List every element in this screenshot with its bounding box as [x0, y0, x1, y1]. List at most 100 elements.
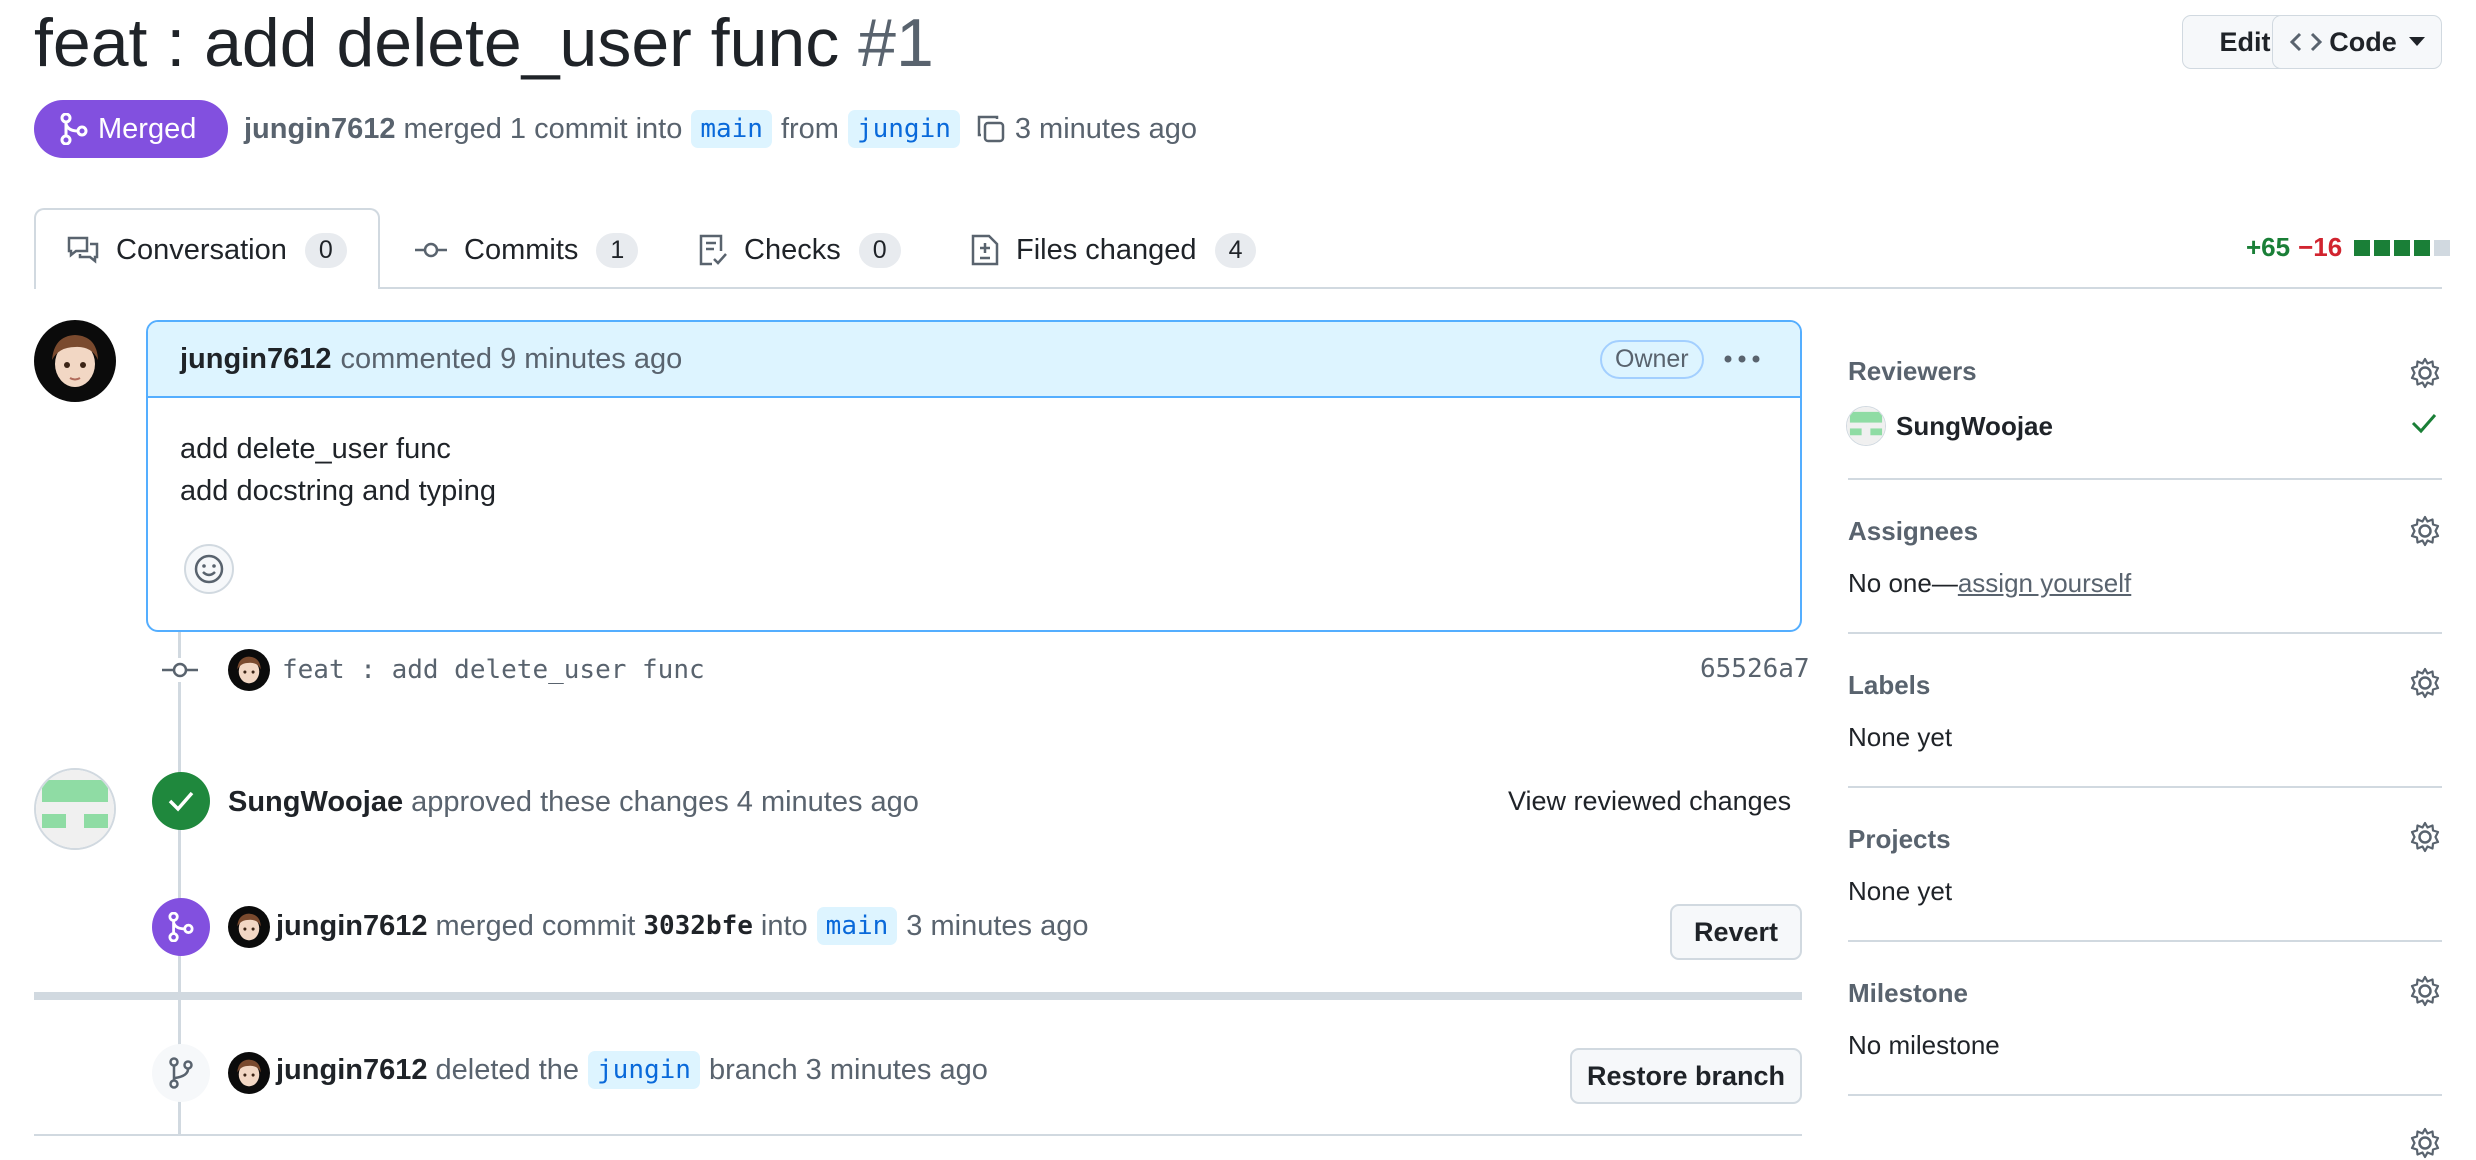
sidebar-divider	[1848, 478, 2442, 480]
tab-checks[interactable]: Checks 0	[698, 226, 901, 274]
assign-yourself-link[interactable]: assign yourself	[1958, 568, 2131, 598]
smiley-icon	[194, 554, 224, 584]
code-icon	[2290, 32, 2323, 52]
sidebar-divider	[1848, 786, 2442, 788]
pr-author[interactable]: jungin7612	[244, 113, 396, 146]
git-branch-icon	[169, 1057, 193, 1089]
reviewer-name[interactable]: SungWoojae	[1896, 411, 2053, 442]
user-avatar-image	[228, 906, 270, 948]
milestone-value: No milestone	[1848, 1030, 2000, 1060]
delete-time: branch 3 minutes ago	[708, 1053, 988, 1086]
pr-title: feat : add delete_user func #1	[34, 0, 934, 86]
check-icon	[168, 791, 194, 812]
comment-author[interactable]: jungin7612	[180, 343, 332, 376]
identicon-image	[36, 770, 114, 848]
projects-heading[interactable]: Projects	[1848, 824, 1951, 855]
tab-label: Conversation	[116, 233, 287, 266]
milestone-heading[interactable]: Milestone	[1848, 978, 1968, 1009]
user-avatar-image	[228, 1052, 270, 1094]
comment-line: add delete_user func	[180, 433, 451, 465]
merge-author[interactable]: jungin7612	[276, 910, 428, 943]
tab-conversation[interactable]: Conversation 0	[66, 226, 347, 274]
commit-sha[interactable]: 65526a7	[1700, 654, 1810, 684]
file-diff-icon	[971, 234, 999, 266]
tab-counter: 0	[304, 232, 347, 268]
base-branch[interactable]: main	[691, 110, 772, 148]
chevron-down-icon	[2408, 37, 2425, 46]
merged-event-badge	[152, 898, 210, 956]
user-avatar-image	[34, 320, 116, 402]
head-branch[interactable]: jungin	[847, 110, 960, 148]
approved-badge	[152, 772, 210, 830]
reviewer-avatar[interactable]	[1846, 406, 1886, 446]
from-text: from	[780, 112, 839, 145]
git-commit-icon	[162, 658, 198, 682]
assignees-heading[interactable]: Assignees	[1848, 516, 1978, 547]
merged-label: Merged	[98, 112, 197, 145]
user-avatar-image	[228, 649, 270, 691]
revert-button[interactable]: Revert	[1670, 904, 1802, 960]
approved-check-icon	[2411, 414, 2437, 434]
tab-files-changed[interactable]: Files changed 4	[970, 226, 1257, 274]
sidebar-divider	[1848, 1094, 2442, 1096]
delete-author[interactable]: jungin7612	[276, 1054, 428, 1087]
merged-status-badge: Merged	[34, 100, 228, 158]
delete-text: deleted the	[435, 1053, 580, 1086]
gear-icon[interactable]	[2408, 974, 2442, 1008]
identicon-image	[1847, 407, 1885, 445]
merged-text: merged 1 commit into	[403, 112, 683, 145]
tabs-divider	[34, 287, 2442, 289]
code-button[interactable]: Code	[2272, 15, 2442, 69]
tab-label: Checks	[744, 233, 841, 266]
gear-icon[interactable]	[2408, 514, 2442, 548]
avatar[interactable]	[228, 906, 270, 948]
kebab-menu-icon[interactable]	[1722, 344, 1762, 374]
avatar[interactable]	[228, 649, 270, 691]
pr-meta: jungin7612 merged 1 commit into main fro…	[244, 107, 1197, 151]
diffstat-block	[2434, 239, 2451, 256]
merge-branch[interactable]: main	[816, 907, 898, 945]
diffstat-block	[2394, 239, 2411, 256]
reviewer-avatar[interactable]	[34, 768, 116, 850]
deletions-count: −16	[2298, 232, 2343, 262]
branch-event-badge	[152, 1044, 210, 1102]
comment-body: add delete_user func add docstring and t…	[148, 398, 1800, 542]
merge-commit-sha[interactable]: 3032bfe	[643, 911, 753, 941]
git-merge-icon	[168, 912, 194, 942]
merged-time: 3 minutes ago	[1014, 112, 1198, 145]
labels-heading[interactable]: Labels	[1848, 670, 1930, 701]
sidebar-divider	[1848, 632, 2442, 634]
reviewers-heading[interactable]: Reviewers	[1848, 356, 1977, 387]
restore-branch-button[interactable]: Restore branch	[1570, 1048, 1802, 1104]
commit-message[interactable]: feat : add delete_user func	[282, 648, 705, 692]
diffstat-block	[2354, 239, 2371, 256]
avatar[interactable]	[228, 1052, 270, 1094]
timeline-divider	[34, 992, 1802, 1000]
comment-header: jungin7612 commented 9 minutes ago Owner	[148, 322, 1800, 398]
reviewer-name[interactable]: SungWoojae	[228, 786, 403, 819]
owner-badge: Owner	[1600, 340, 1704, 379]
deleted-branch[interactable]: jungin	[588, 1051, 700, 1089]
gear-icon[interactable]	[2408, 666, 2442, 700]
comment-discussion-icon	[67, 236, 99, 264]
review-event: SungWoojae approved these changes 4 minu…	[228, 782, 919, 822]
projects-value: None yet	[1848, 876, 1953, 906]
add-reaction-button[interactable]	[184, 544, 234, 594]
copy-icon[interactable]	[975, 113, 1007, 145]
tab-commits[interactable]: Commits 1	[414, 226, 639, 274]
merge-time: 3 minutes ago	[906, 909, 1089, 942]
checklist-icon	[699, 234, 727, 266]
comment-action[interactable]: commented 9 minutes ago	[341, 343, 683, 376]
gear-icon[interactable]	[2408, 356, 2442, 390]
avatar[interactable]	[34, 320, 116, 402]
no-one-text: No one—	[1848, 568, 1958, 598]
view-reviewed-changes-link[interactable]: View reviewed changes	[1508, 786, 1791, 817]
delete-branch-event: jungin7612 deleted the jungin branch 3 m…	[276, 1048, 988, 1092]
code-label: Code	[2329, 26, 2397, 57]
gear-icon[interactable]	[2408, 1126, 2442, 1160]
git-commit-icon	[415, 242, 447, 258]
git-merge-icon	[60, 113, 88, 145]
diffstat-block	[2374, 239, 2391, 256]
gear-icon[interactable]	[2408, 820, 2442, 854]
pr-number: #1	[858, 5, 934, 81]
